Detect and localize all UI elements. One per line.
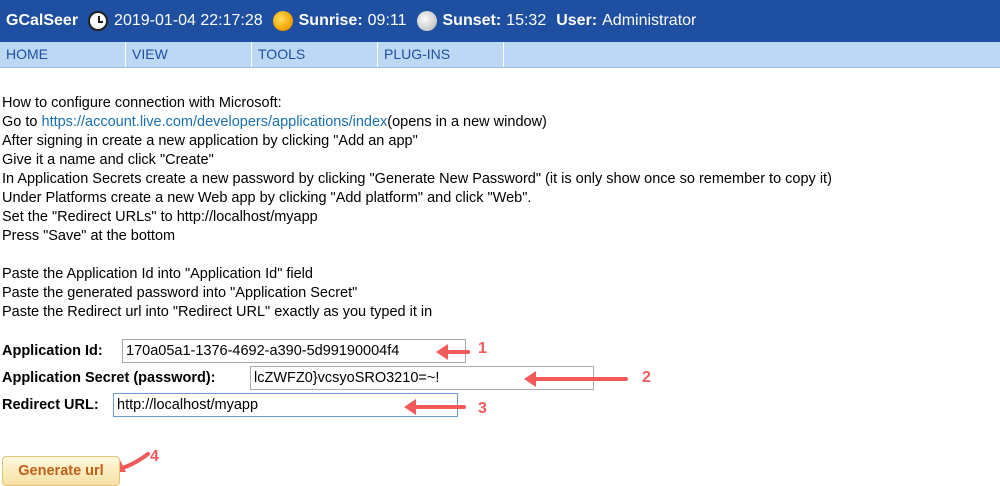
sunrise-value: 09:11 bbox=[367, 12, 407, 29]
sun-icon bbox=[272, 11, 293, 31]
moon-icon bbox=[416, 11, 437, 31]
annotation-number: 3 bbox=[478, 400, 487, 417]
sunset-label: Sunset: bbox=[442, 12, 502, 29]
annotation-arrow bbox=[436, 344, 470, 360]
instruction-line: Paste the Redirect url into "Redirect UR… bbox=[2, 304, 433, 320]
nav-tools[interactable]: TOOLS bbox=[252, 42, 378, 67]
annotation-arrow bbox=[404, 399, 466, 415]
user-label: User: bbox=[556, 12, 598, 29]
clock-icon bbox=[88, 11, 109, 31]
annotation-arrow bbox=[524, 371, 628, 387]
app-id-row: Application Id: bbox=[2, 339, 466, 363]
instruction-line: Go to https://account.live.com/developer… bbox=[2, 113, 998, 132]
instructions: How to configure connection with Microso… bbox=[2, 94, 998, 322]
instruction-text: (opens in a new window) bbox=[387, 114, 547, 130]
user-value: Administrator bbox=[602, 12, 697, 29]
instruction-line: Under Platforms create a new Web app by … bbox=[2, 190, 532, 206]
annotation-number: 4 bbox=[150, 448, 159, 465]
app-id-label: Application Id: bbox=[2, 343, 103, 359]
instruction-line: After signing in create a new applicatio… bbox=[2, 133, 418, 149]
main-nav: HOME VIEW TOOLS PLUG-INS bbox=[0, 42, 1000, 68]
microsoft-apps-link[interactable]: https://account.live.com/developers/appl… bbox=[42, 114, 388, 130]
redirect-url-row: Redirect URL: bbox=[2, 393, 458, 417]
current-datetime: 2019-01-04 22:17:28 bbox=[114, 12, 263, 29]
nav-view[interactable]: VIEW bbox=[126, 42, 252, 67]
instruction-line: Paste the generated password into "Appli… bbox=[2, 285, 358, 301]
instruction-line: How to configure connection with Microso… bbox=[2, 95, 282, 111]
redirect-url-label: Redirect URL: bbox=[2, 397, 99, 413]
app-secret-label: Application Secret (password): bbox=[2, 370, 216, 386]
sunrise-label: Sunrise: bbox=[298, 12, 363, 29]
nav-home[interactable]: HOME bbox=[0, 42, 126, 67]
instruction-text: Go to bbox=[2, 114, 42, 130]
instruction-line: Press "Save" at the bottom bbox=[2, 228, 176, 244]
nav-plugins[interactable]: PLUG-INS bbox=[378, 42, 504, 67]
app-id-input[interactable] bbox=[122, 339, 466, 363]
app-secret-row: Application Secret (password): bbox=[2, 366, 594, 390]
top-header: GCalSeer 2019-01-04 22:17:28 Sunrise: 09… bbox=[0, 0, 1000, 42]
instruction-line: Paste the Application Id into "Applicati… bbox=[2, 266, 313, 282]
instruction-line: Give it a name and click "Create" bbox=[2, 152, 214, 168]
sunset-value: 15:32 bbox=[506, 12, 547, 29]
annotation-number: 2 bbox=[642, 369, 651, 386]
instruction-line: Set the "Redirect URLs" to http://localh… bbox=[2, 209, 318, 225]
instruction-line: In Application Secrets create a new pass… bbox=[2, 171, 832, 187]
app-brand: GCalSeer bbox=[6, 12, 79, 29]
annotation-number: 1 bbox=[478, 340, 487, 357]
